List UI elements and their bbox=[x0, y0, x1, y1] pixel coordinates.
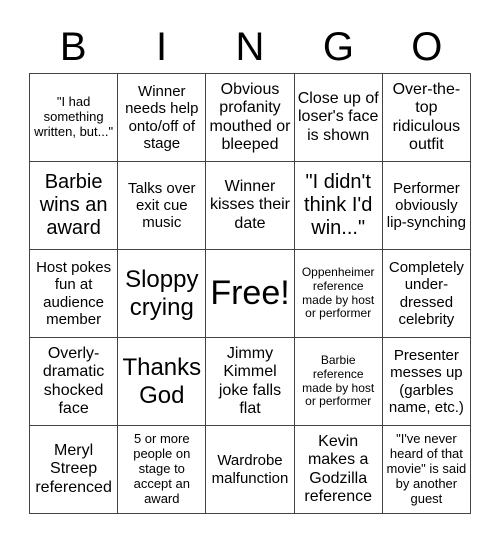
bingo-cell[interactable]: Barbie wins an award bbox=[30, 162, 119, 250]
bingo-cell[interactable]: Over-the-top ridiculous outfit bbox=[382, 74, 471, 162]
bingo-cell[interactable]: Jimmy Kimmel joke falls flat bbox=[206, 338, 295, 426]
free-space[interactable]: Free! bbox=[206, 250, 295, 338]
bingo-cell[interactable]: Kevin makes a Godzilla reference bbox=[294, 426, 383, 514]
bingo-cell[interactable]: "I didn't think I'd win..." bbox=[294, 162, 383, 250]
bingo-cell[interactable]: Winner needs help onto/off of stage bbox=[118, 74, 207, 162]
bingo-cell[interactable]: Presenter messes up (garbles name, etc.) bbox=[382, 338, 471, 426]
bingo-cell[interactable]: Obvious profanity mouthed or bleeped bbox=[206, 74, 295, 162]
header-letter-o: O bbox=[411, 25, 443, 69]
bingo-cell[interactable]: "I had something written, but..." bbox=[30, 74, 119, 162]
bingo-cell[interactable]: Wardrobe malfunction bbox=[206, 426, 295, 514]
bingo-cell[interactable]: Meryl Streep referenced bbox=[30, 426, 119, 514]
bingo-card: "I had something written, but..." Winner… bbox=[29, 73, 471, 514]
bingo-cell[interactable]: "I've never heard of that movie" is said… bbox=[382, 426, 471, 514]
bingo-cell[interactable]: Winner kisses their date bbox=[206, 162, 295, 250]
bingo-cell[interactable]: Oppenheimer reference made by host or pe… bbox=[294, 250, 383, 338]
header-letter-n: N bbox=[235, 25, 265, 69]
bingo-header: B I N G O bbox=[29, 22, 471, 72]
bingo-cell[interactable]: Sloppy crying bbox=[118, 250, 207, 338]
bingo-cell[interactable]: Completely under-dressed celebrity bbox=[382, 250, 471, 338]
bingo-cell[interactable]: Talks over exit cue music bbox=[118, 162, 207, 250]
bingo-cell[interactable]: Host pokes fun at audience member bbox=[30, 250, 119, 338]
header-letter-b: B bbox=[59, 25, 87, 69]
bingo-cell[interactable]: 5 or more people on stage to accept an a… bbox=[118, 426, 207, 514]
header-letter-g: G bbox=[322, 25, 354, 69]
bingo-cell[interactable]: Overly-dramatic shocked face bbox=[30, 338, 119, 426]
bingo-cell[interactable]: Barbie reference made by host or perform… bbox=[294, 338, 383, 426]
bingo-cell[interactable]: Close up of loser's face is shown bbox=[294, 74, 383, 162]
bingo-cell[interactable]: Performer obviously lip-synching bbox=[382, 162, 471, 250]
bingo-cell[interactable]: Thanks God bbox=[118, 338, 207, 426]
header-letter-i: I bbox=[156, 25, 168, 69]
